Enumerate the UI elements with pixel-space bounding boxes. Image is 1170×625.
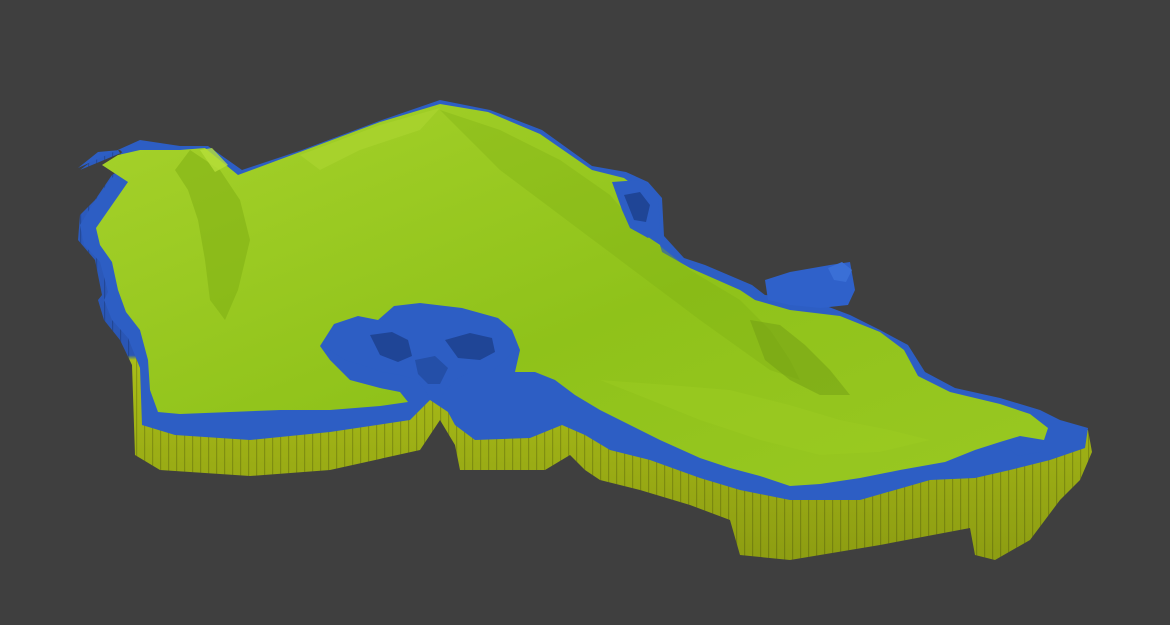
terrain-scene (78, 100, 1092, 560)
3d-viewport[interactable] (0, 0, 1170, 625)
